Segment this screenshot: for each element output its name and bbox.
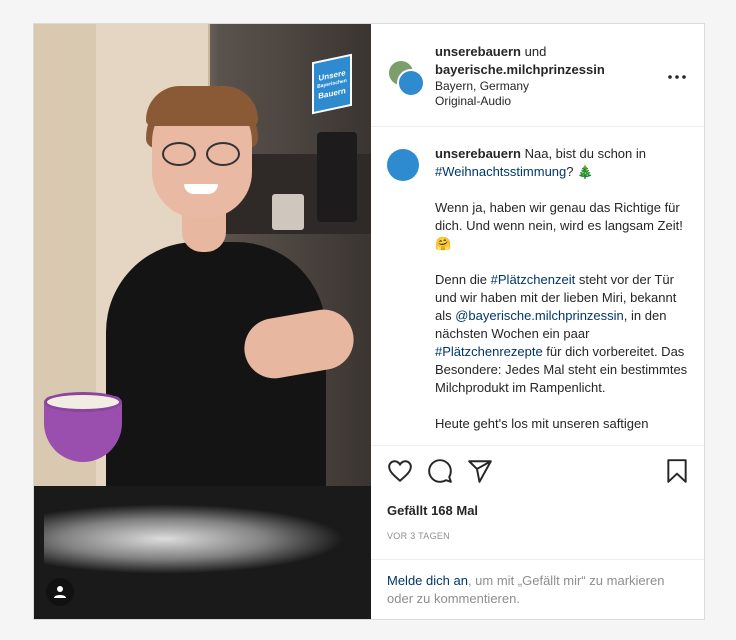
comment-icon[interactable]: [427, 458, 453, 484]
mention-link[interactable]: @bayerische.milchprinzessin: [455, 308, 624, 323]
avatar[interactable]: [387, 149, 419, 181]
avatar[interactable]: [387, 59, 425, 97]
hashtag-link[interactable]: #Weihnachtsstimmung: [435, 164, 566, 179]
post-video[interactable]: Unsere Bayerischen Bauern: [34, 24, 371, 619]
author-username[interactable]: unserebauern: [435, 44, 521, 59]
paper-plane-icon[interactable]: [467, 458, 493, 484]
like-count[interactable]: Gefällt 168 Mal: [371, 501, 704, 521]
and-label: und: [524, 44, 547, 59]
action-bar: [371, 445, 704, 499]
post-caption: unserebauern Naa, bist du schon in #Weih…: [371, 127, 704, 445]
flour: [44, 504, 344, 574]
login-link[interactable]: Melde dich an: [387, 573, 468, 588]
login-prompt: Melde dich an, um mit „Gefällt mir“ zu m…: [371, 559, 704, 619]
more-icon[interactable]: [668, 64, 686, 85]
glasses: [158, 142, 246, 166]
brand-logo: Unsere Bayerischen Bauern: [312, 53, 352, 115]
location-link[interactable]: Bayern, Germany: [435, 79, 605, 94]
coauthor-username[interactable]: bayerische.milchprinzessin: [435, 61, 605, 79]
hashtag-link[interactable]: #Plätzchenrezepte: [435, 344, 543, 359]
post-sidebar: unserebauern und bayerische.milchprinzes…: [371, 24, 704, 619]
bookmark-icon[interactable]: [664, 458, 690, 484]
user-icon[interactable]: [46, 578, 74, 606]
heart-icon[interactable]: [387, 458, 413, 484]
audio-link[interactable]: Original-Audio: [435, 94, 605, 109]
hashtag-link[interactable]: #Plätzchenzeit: [491, 272, 576, 287]
caption-paragraph: Wenn ja, haben wir genau das Richtige fü…: [435, 200, 683, 251]
post-timestamp[interactable]: VOR 3 TAGEN: [371, 531, 704, 545]
instagram-post: Unsere Bayerischen Bauern unserebauern u…: [33, 23, 705, 620]
caption-paragraph: Heute geht's los mit unseren saftigen: [435, 416, 649, 431]
caption-username[interactable]: unserebauern: [435, 146, 521, 161]
post-header: unserebauern und bayerische.milchprinzes…: [371, 24, 704, 127]
coffee-machine: [317, 132, 357, 222]
